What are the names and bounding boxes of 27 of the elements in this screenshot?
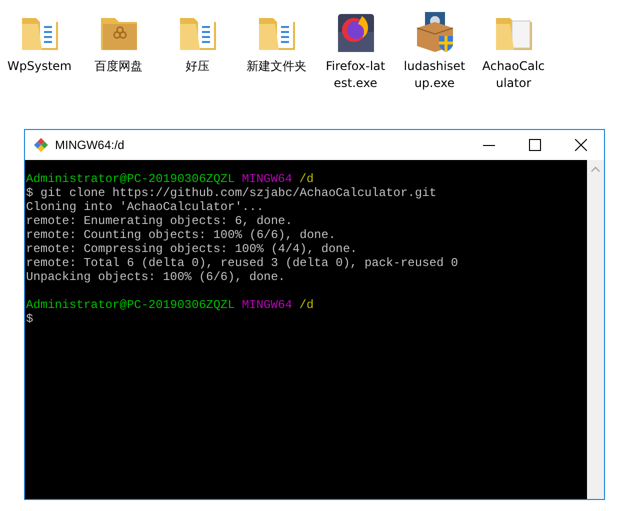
prompt-text: Administrator@PC-20190306ZQZL xyxy=(26,298,235,312)
terminal-line: Unpacking objects: 100% (6/6), done. xyxy=(26,270,286,284)
maximize-icon[interactable] xyxy=(529,139,541,151)
prompt-text: MINGW64 xyxy=(242,172,292,186)
terminal-line: remote: Counting objects: 100% (6/6), done. xyxy=(26,228,336,242)
terminal-line: $ xyxy=(26,312,34,326)
diamond-icon xyxy=(33,137,49,153)
file-name[interactable]: WpSystem xyxy=(7,58,72,75)
file-name[interactable]: ludashiset up.exe xyxy=(404,58,466,92)
window-title: MINGW64:/d xyxy=(55,138,126,152)
terminal-line: $ git clone https://github.com/szjabc/AchaoCalculator.git xyxy=(26,186,436,200)
file-name[interactable]: 新建文件夹 xyxy=(246,58,306,75)
terminal-line: remote: Total 6 (delta 0), reused 3 (delta 0), pack-reused 0 xyxy=(26,256,458,270)
file-name[interactable]: Firefox-lat est.exe xyxy=(326,58,386,92)
scrollbar[interactable] xyxy=(587,160,604,499)
scroll-up-icon[interactable] xyxy=(591,166,600,172)
terminal-line: Cloning into 'AchaoCalculator'... xyxy=(26,200,264,214)
prompt-text: /d xyxy=(299,298,314,312)
close-icon[interactable] xyxy=(575,139,587,151)
file-name[interactable]: 好压 xyxy=(186,58,210,75)
prompt-text: Administrator@PC-20190306ZQZL xyxy=(26,172,235,186)
terminal-line: remote: Compressing objects: 100% (4/4), done. xyxy=(26,242,358,256)
terminal-line: remote: Enumerating objects: 6, done. xyxy=(26,214,292,228)
prompt-text: MINGW64 xyxy=(242,298,292,312)
file-name[interactable]: AchaoCalc ulator xyxy=(482,58,545,92)
file-name[interactable]: 百度网盘 xyxy=(94,58,142,75)
prompt-text: /d xyxy=(299,172,314,186)
